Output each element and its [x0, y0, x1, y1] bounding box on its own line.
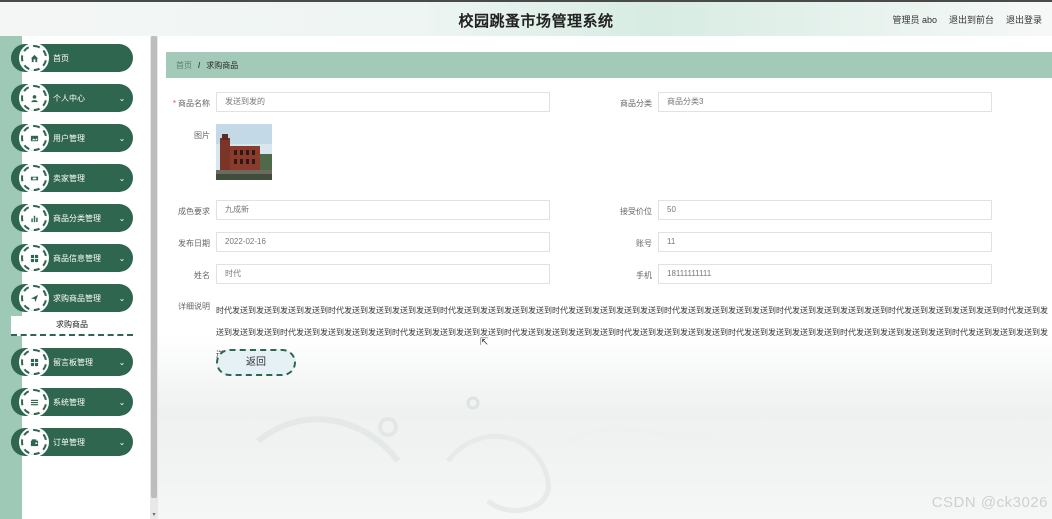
- sidebar-item-label: 订单管理: [53, 437, 85, 447]
- product-image: [216, 124, 272, 180]
- price-field[interactable]: 50: [658, 200, 992, 220]
- grid-icon: [19, 347, 49, 377]
- price-label: 接受价位: [620, 207, 652, 216]
- account-label: 账号: [636, 239, 652, 248]
- sidebar-item-label: 留言板管理: [53, 357, 93, 367]
- description-label: 详细说明: [178, 302, 210, 311]
- watermark: CSDN @ck3026: [931, 494, 1048, 511]
- logout-link[interactable]: 退出登录: [1006, 13, 1042, 26]
- sidebar-item-label: 个人中心: [53, 93, 85, 103]
- chevron-down-icon: ⌄: [118, 93, 126, 103]
- ticket-icon: [19, 163, 49, 193]
- image-label: 图片: [194, 131, 210, 140]
- goto-frontend-link[interactable]: 退出到前台: [949, 13, 994, 26]
- phone-label: 手机: [636, 271, 652, 280]
- sidebar-item-1[interactable]: 个人中心 ⌄: [11, 83, 133, 113]
- phone-field[interactable]: 18111111111: [658, 264, 992, 284]
- chevron-down-icon: ⌄: [118, 133, 126, 143]
- breadcrumb-separator: /: [198, 60, 201, 70]
- publish-date-field[interactable]: 2022-02-16: [216, 232, 550, 252]
- sidebar-item-label: 商品分类管理: [53, 213, 101, 223]
- chevron-down-icon: ⌄: [118, 437, 126, 447]
- condition-field[interactable]: 九成新: [216, 200, 550, 220]
- account-field[interactable]: 11: [658, 232, 992, 252]
- chevron-down-icon: ⌄: [118, 213, 126, 223]
- image-icon: [19, 123, 49, 153]
- submenu-item-purchase-goods[interactable]: 求购商品: [11, 316, 133, 336]
- sidebar-item-label: 系统管理: [53, 397, 85, 407]
- sidebar-item-label: 首页: [53, 53, 69, 63]
- category-field[interactable]: 商品分类3: [658, 92, 992, 112]
- top-header: 校园跳蚤市场管理系统 管理员 abo 退出到前台 退出登录: [0, 0, 1052, 36]
- sidebar-item-3[interactable]: 卖家管理 ⌄: [11, 163, 133, 193]
- person-name-field[interactable]: 时代: [216, 264, 550, 284]
- sidebar-item-label: 卖家管理: [53, 173, 85, 183]
- scroll-down-arrow[interactable]: ▾: [150, 511, 158, 519]
- product-name-field[interactable]: 发送到发的: [216, 92, 550, 112]
- sidebar-item-9[interactable]: 订单管理 ⌄: [11, 427, 133, 457]
- sidebar-item-label: 求购商品管理: [53, 293, 101, 303]
- required-mark: *: [172, 99, 176, 108]
- admin-user-label: 管理员 abo: [892, 15, 937, 25]
- sidebar-item-4[interactable]: 商品分类管理 ⌄: [11, 203, 133, 233]
- chevron-down-icon: ⌄: [118, 357, 126, 367]
- breadcrumb: 首页 / 求购商品: [166, 52, 1052, 78]
- chevron-down-icon: ⌄: [118, 173, 126, 183]
- sidebar-item-2[interactable]: 用户管理 ⌄: [11, 123, 133, 153]
- sidebar-item-6[interactable]: 求购商品管理 ⌄: [11, 283, 133, 313]
- breadcrumb-home[interactable]: 首页: [176, 60, 192, 71]
- sidebar-item-5[interactable]: 商品信息管理 ⌄: [11, 243, 133, 273]
- sidebar-item-label: 用户管理: [53, 133, 85, 143]
- category-label: 商品分类: [620, 99, 652, 108]
- building-photo-icon: [216, 124, 272, 180]
- user-icon: [19, 83, 49, 113]
- background-decoration-icon: [256, 396, 720, 514]
- sidebar-item-8[interactable]: 系统管理 ⌄: [11, 387, 133, 417]
- product-name-label: * 商品名称: [172, 99, 210, 108]
- sidebar-item-label: 商品信息管理: [53, 253, 101, 263]
- sidebar-item-0[interactable]: 首页: [11, 43, 133, 73]
- publish-date-label: 发布日期: [178, 239, 210, 248]
- main-content: 首页 / 求购商品 * 商品名称 发送到发的 商品分类 商品分类3 图片 成色要…: [158, 36, 1052, 519]
- chevron-down-icon: ⌄: [118, 397, 126, 407]
- send-icon: [19, 283, 49, 313]
- grid-icon: [19, 243, 49, 273]
- list-icon: [19, 387, 49, 417]
- home-icon: [19, 43, 49, 73]
- chevron-down-icon: ⌄: [118, 293, 126, 303]
- wallet-icon: [19, 427, 49, 457]
- back-button[interactable]: 返回: [216, 349, 296, 376]
- breadcrumb-current: 求购商品: [206, 60, 239, 70]
- description-text: 时代发送到发送到发送到发送到时代发送到发送到发送到发送到时代发送到发送到发送到发…: [216, 306, 1048, 359]
- bar-chart-icon: [19, 203, 49, 233]
- sidebar-item-7[interactable]: 留言板管理 ⌄: [11, 347, 133, 377]
- top-links: 管理员 abo 退出到前台 退出登录: [892, 13, 1042, 26]
- sidebar-scrollbar[interactable]: ▾: [150, 36, 158, 519]
- mouse-cursor-icon: ⇱: [480, 337, 489, 348]
- chevron-down-icon: ⌄: [118, 253, 126, 263]
- condition-label: 成色要求: [178, 207, 210, 216]
- scrollbar-thumb[interactable]: [151, 36, 157, 498]
- person-name-label: 姓名: [194, 271, 210, 280]
